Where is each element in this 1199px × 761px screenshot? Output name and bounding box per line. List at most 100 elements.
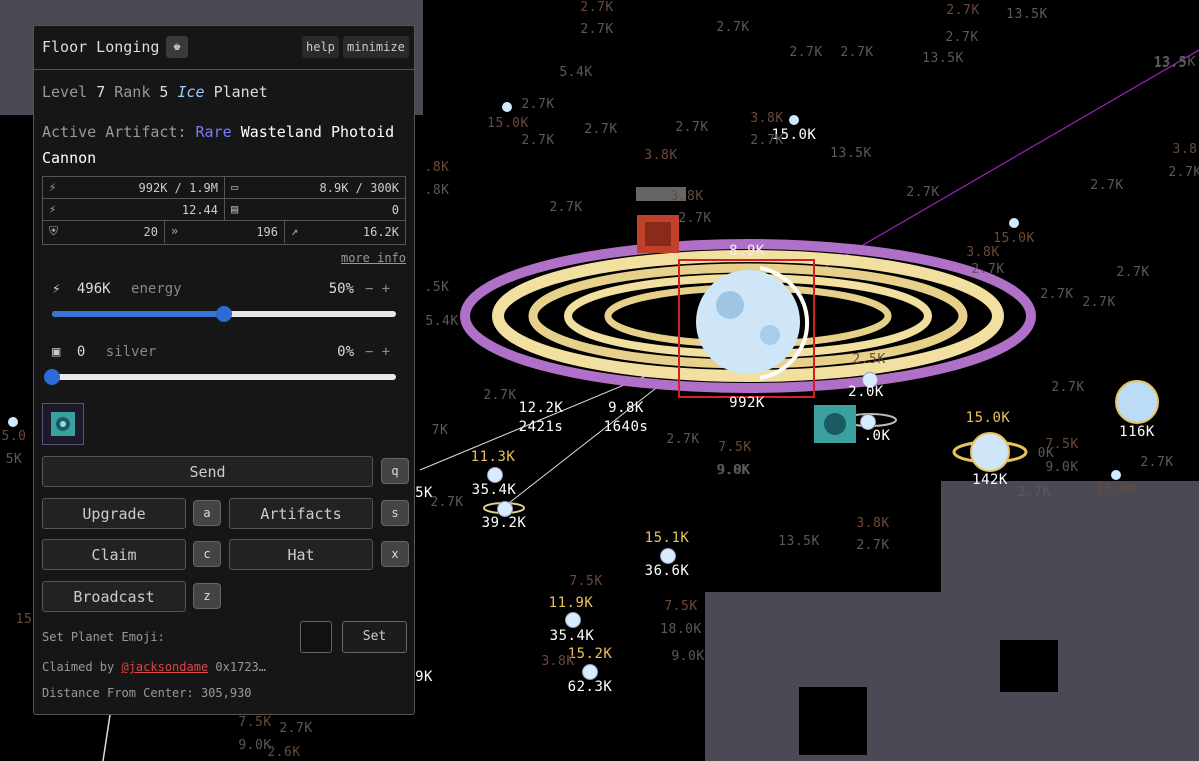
pane-titlebar[interactable]: Floor Longing ♚ help minimize [34, 26, 414, 70]
broadcast-hotkey[interactable]: z [193, 583, 221, 609]
fast-forward-icon: » [171, 224, 179, 238]
planet-energy-label: 2.7K [675, 120, 709, 135]
planet-energy-label: 9.0K [1045, 460, 1079, 475]
planet-energy-label: 2.7K [1040, 287, 1074, 302]
silver-slider[interactable] [44, 369, 396, 385]
stat-energy-value: 992K / 1.9M [138, 181, 218, 195]
planet-energy-label: 11.3K [470, 449, 516, 465]
planet-energy-label: 5.4K [559, 65, 593, 80]
silver-slider-label: silver [105, 344, 157, 360]
planet-energy-label: 5.4K [425, 314, 459, 329]
planet-energy-label: 5.0 [1, 429, 27, 444]
energy-minus-button[interactable]: − [365, 281, 381, 297]
planet-energy-label: 7.5K [569, 574, 603, 589]
planet-energy-label: 7.5K [664, 599, 698, 614]
stat-silver-growth: ▤ 0 [225, 199, 405, 221]
artifact-name-cont[interactable]: Cannon [42, 149, 96, 167]
planet-energy-label: 2.7K [1168, 165, 1199, 180]
energy-slider[interactable] [52, 306, 396, 322]
claim-button[interactable]: Claim [42, 539, 186, 570]
hat-button[interactable]: Hat [229, 539, 373, 570]
level-label: Level [42, 83, 88, 101]
planet-energy-label: 13.5K [1006, 7, 1048, 22]
energy-slider-label: energy [131, 281, 182, 297]
planet-energy-label: 5K [5, 452, 23, 467]
planet-energy-label: .8K [424, 160, 450, 175]
silver-send-amount: 0 [76, 344, 86, 360]
planet-energy-label: 15.0K [965, 410, 1011, 426]
planet-energy-label: 116K [1119, 424, 1155, 440]
send-hotkey[interactable]: q [381, 458, 409, 484]
energy-stepper[interactable]: −+ [365, 281, 398, 297]
planet-type-tag: Ice [177, 83, 205, 101]
planet-energy-label: 2.7K [716, 20, 750, 35]
silver-slider-handle[interactable] [44, 369, 60, 385]
stat-silver-growth-value: 0 [391, 203, 399, 217]
planet-energy-label: 3.8K [644, 148, 678, 163]
upgrade-button[interactable]: Upgrade [42, 498, 186, 529]
distance-label: Distance From Center: [42, 686, 194, 700]
more-info-link[interactable]: more info [341, 251, 406, 265]
fleet-amount: 12.2K [518, 400, 564, 416]
minimize-button[interactable]: minimize [343, 36, 409, 58]
planet-energy-label: 2.7K [1116, 265, 1150, 280]
send-button[interactable]: Send [42, 456, 373, 487]
planet-dot[interactable] [789, 115, 799, 125]
artifacts-button[interactable]: Artifacts [229, 498, 373, 529]
planet-energy-label: 9K [415, 669, 433, 685]
stat-defense-value: 20 [143, 225, 158, 239]
crown-icon[interactable]: ♚ [166, 36, 188, 58]
silver-stepper[interactable]: −+ [365, 344, 398, 360]
artifacts-hotkey[interactable]: s [381, 500, 409, 526]
planet-energy-label: 13.5K [830, 146, 872, 161]
silver-plus-button[interactable]: + [382, 344, 398, 360]
distance-from-center: Distance From Center: 305,930 [42, 686, 252, 700]
broadcast-button[interactable]: Broadcast [42, 581, 186, 612]
energy-plus-button[interactable]: + [382, 281, 398, 297]
planet-energy-label: 13.5K [778, 534, 820, 549]
planet-energy-label: 15 [15, 612, 33, 627]
planet-energy-label: 15.0K [993, 231, 1035, 246]
claimed-by-address: 0x1723… [215, 660, 266, 674]
planet-energy-label: 15.0K [487, 116, 529, 131]
hat-hotkey[interactable]: x [381, 541, 409, 567]
stat-range-value: 16.2K [362, 225, 399, 239]
stat-silver-value: 8.9K / 300K [319, 181, 399, 195]
planet-dot[interactable] [582, 664, 598, 680]
planet-dot[interactable] [487, 467, 503, 483]
planet-energy-label: 11.9K [548, 595, 594, 611]
planet-dot[interactable] [660, 548, 676, 564]
planet-energy-label: 2.7K [1090, 178, 1124, 193]
planet-energy-label: 2.7K [946, 3, 980, 18]
planet-energy-label: 2.7K [789, 45, 823, 60]
stat-silver: ▭ 8.9K / 300K [225, 177, 405, 199]
planet-dot[interactable] [8, 417, 18, 427]
silver-growth-icon: ▤ [231, 202, 239, 216]
planet-energy-label: 3.8K [966, 245, 1000, 260]
planet-energy-label: 3.8 [1172, 142, 1198, 157]
silver-minus-button[interactable]: − [365, 344, 381, 360]
planet-energy-label: .8K [424, 183, 450, 198]
artifact-name[interactable]: Wasteland Photoid [241, 123, 395, 141]
claim-hotkey[interactable]: c [193, 541, 221, 567]
energy-slider-handle[interactable] [216, 306, 232, 322]
planet-dot[interactable] [565, 612, 581, 628]
planet-energy-label: 2.7K [1017, 485, 1051, 500]
artifact-slot[interactable] [42, 403, 84, 445]
claimed-by-user-link[interactable]: @jacksondame [121, 660, 208, 674]
planet-energy-label: 3.8K [750, 111, 784, 126]
stat-defense: ⛨ 20 [43, 221, 165, 243]
planet-energy-label: .0K [863, 428, 891, 444]
planet-dot[interactable] [1009, 218, 1019, 228]
planet-dot[interactable] [502, 102, 512, 112]
silver-icon: ▭ [231, 180, 239, 194]
upgrade-hotkey[interactable]: a [193, 500, 221, 526]
set-emoji-button[interactable]: Set [342, 621, 407, 653]
planet-energy-label: 15.0K [1096, 482, 1138, 497]
planet-dot[interactable] [1111, 470, 1121, 480]
planet-energy-label: 2.7K [580, 22, 614, 37]
help-button[interactable]: help [302, 36, 339, 58]
emoji-input[interactable] [300, 621, 332, 653]
artifact-rarity[interactable]: Rare [196, 123, 232, 141]
silver-slider-header: ▣ 0 silver 0% −+ [52, 344, 398, 362]
